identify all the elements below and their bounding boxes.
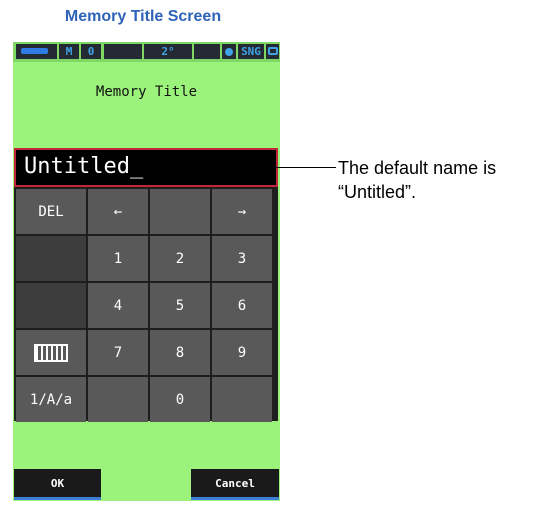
callout-line bbox=[270, 167, 336, 168]
blank-key bbox=[150, 189, 210, 234]
screen-title: Memory Title bbox=[95, 84, 198, 100]
callout-line-1: The default name is bbox=[338, 158, 497, 178]
key-1[interactable]: 1 bbox=[88, 236, 148, 281]
lock-indicator bbox=[266, 44, 279, 59]
figure-caption: Memory Title Screen bbox=[64, 8, 222, 25]
measure-mode-indicator: SNG bbox=[238, 44, 264, 59]
measurement-dot-icon bbox=[225, 48, 233, 56]
memory-count: 0 bbox=[81, 44, 101, 59]
measurement-dot-indicator bbox=[222, 44, 236, 59]
status-blank-2 bbox=[194, 44, 220, 59]
del-key[interactable]: DEL bbox=[16, 189, 86, 234]
right-arrow-icon[interactable]: → bbox=[212, 189, 272, 234]
blank-key bbox=[16, 283, 86, 328]
status-blank-1 bbox=[104, 44, 142, 59]
blank-key bbox=[88, 377, 148, 422]
status-bar: M 0 2° SNG bbox=[13, 42, 280, 62]
callout-text: The default name is “Untitled”. bbox=[338, 156, 548, 204]
key-4[interactable]: 4 bbox=[88, 283, 148, 328]
key-5[interactable]: 5 bbox=[150, 283, 210, 328]
keyboard-key[interactable] bbox=[16, 330, 86, 375]
memory-title-input[interactable]: Untitled_ bbox=[14, 148, 278, 187]
device-screen: M 0 2° SNG Memory Title Untitled_ DEL ← … bbox=[13, 42, 280, 501]
keypad: DEL ← → 1 2 3 4 5 6 7 8 9 1/A/a 0 bbox=[14, 187, 278, 422]
battery-indicator bbox=[16, 44, 57, 59]
blank-key bbox=[212, 377, 272, 422]
cancel-button[interactable]: Cancel bbox=[191, 469, 279, 500]
key-7[interactable]: 7 bbox=[88, 330, 148, 375]
lock-icon bbox=[267, 47, 278, 55]
ok-button[interactable]: OK bbox=[14, 469, 101, 500]
callout-line-2: “Untitled”. bbox=[338, 182, 417, 202]
keyboard-icon bbox=[34, 343, 68, 362]
battery-icon bbox=[21, 48, 48, 54]
key-9[interactable]: 9 bbox=[212, 330, 272, 375]
key-8[interactable]: 8 bbox=[150, 330, 210, 375]
key-2[interactable]: 2 bbox=[150, 236, 210, 281]
mode-indicator: M bbox=[59, 44, 79, 59]
angle-indicator: 2° bbox=[144, 44, 192, 59]
blank-key bbox=[16, 236, 86, 281]
key-0[interactable]: 0 bbox=[150, 377, 210, 422]
key-6[interactable]: 6 bbox=[212, 283, 272, 328]
left-arrow-icon[interactable]: ← bbox=[88, 189, 148, 234]
key-3[interactable]: 3 bbox=[212, 236, 272, 281]
input-mode-key[interactable]: 1/A/a bbox=[16, 377, 86, 422]
